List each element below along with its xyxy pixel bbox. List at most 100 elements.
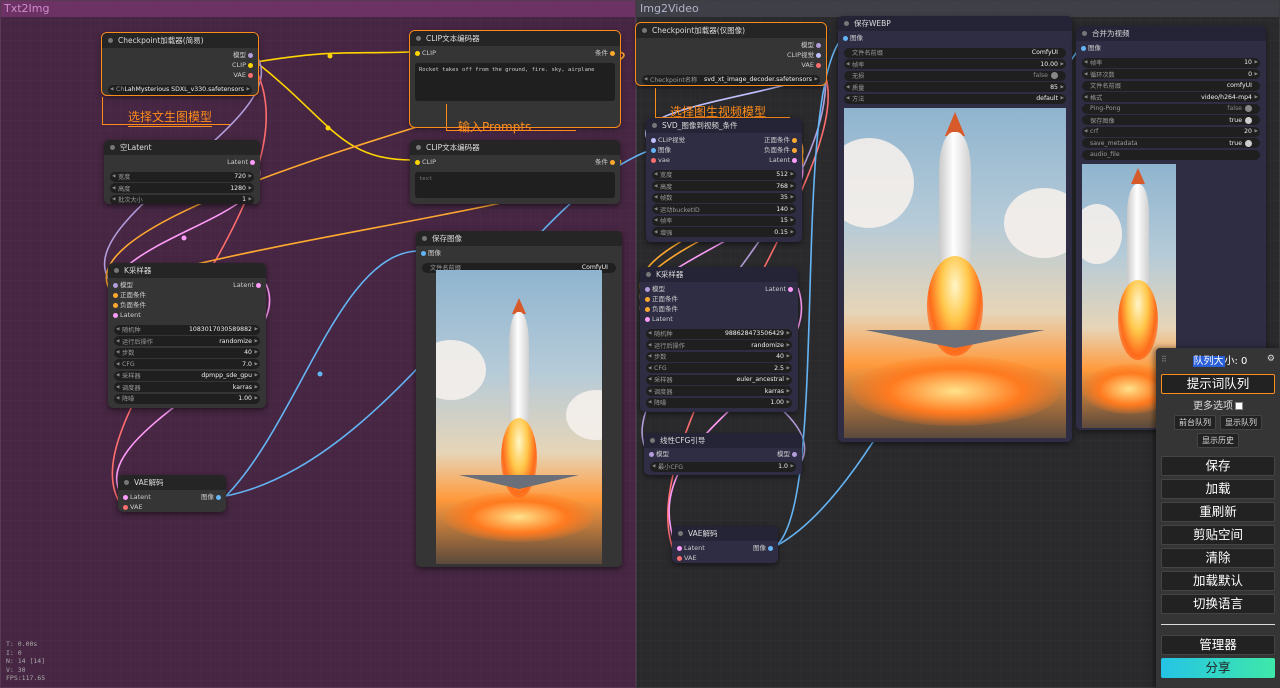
output-vae[interactable]: VAE <box>801 60 821 70</box>
load-button[interactable]: 加载 <box>1161 479 1275 499</box>
input-latent[interactable]: Latent <box>645 314 673 324</box>
node-title[interactable]: SVD_图像到视频_条件 <box>646 118 802 133</box>
scheduler-widget[interactable]: 调度器karras <box>646 386 792 396</box>
augmentation-widget[interactable]: 增强0.15 <box>652 227 796 237</box>
output-latent[interactable]: Latent <box>233 280 261 290</box>
queue-front-button[interactable]: 前台队列 <box>1174 415 1216 430</box>
input-clip[interactable]: CLIP <box>415 157 436 167</box>
input-latent[interactable]: Latent <box>113 310 141 320</box>
width-widget[interactable]: 宽度512 <box>652 169 796 180</box>
steps-widget[interactable]: 步数40 <box>114 347 260 358</box>
view-queue-button[interactable]: 显示队列 <box>1220 415 1262 430</box>
width-widget[interactable]: 宽度720 <box>110 171 254 182</box>
video-linear-cfg-guidance-node[interactable]: 线性CFG引导 模型 模型 最小CFG1.0 <box>644 433 802 475</box>
node-title[interactable]: CLIP文本编码器 <box>410 31 620 46</box>
view-history-button[interactable]: 显示历史 <box>1197 433 1239 448</box>
input-positive[interactable]: 正面条件 <box>645 294 678 304</box>
filename-prefix-widget[interactable]: 文件名前缀 comfyUI <box>1082 80 1260 91</box>
node-title[interactable]: VAE解码 <box>118 475 226 490</box>
input-negative[interactable]: 负面条件 <box>113 300 146 310</box>
input-model[interactable]: 模型 <box>649 449 669 459</box>
audio-file-input[interactable]: audio_file <box>1082 149 1260 160</box>
control-after-generate-widget[interactable]: 运行后操作randomize <box>114 336 260 346</box>
save-output-toggle[interactable]: 保存图像 true <box>1082 115 1260 125</box>
output-conditioning[interactable]: 条件 <box>595 48 615 58</box>
prompt-textarea[interactable]: Rocket takes off from the ground, fire. … <box>415 63 615 101</box>
scheduler-widget[interactable]: 调度器karras <box>114 382 260 392</box>
node-title[interactable]: CLIP文本编码器 <box>410 140 620 155</box>
output-clip[interactable]: CLIP <box>232 60 253 70</box>
sampler-widget[interactable]: 采样器dpmpp_sde_gpu <box>114 370 260 381</box>
input-clip[interactable]: CLIP <box>415 48 436 58</box>
input-positive[interactable]: 正面条件 <box>113 290 146 300</box>
save-metadata-toggle[interactable]: save_metadata true <box>1082 138 1260 148</box>
output-latent[interactable]: Latent <box>765 284 793 294</box>
node-title[interactable]: VAE解码 <box>672 526 778 541</box>
control-after-generate-widget[interactable]: 运行后操作randomize <box>646 340 792 350</box>
seed-widget[interactable]: 随机种1083017030589882 <box>114 324 260 335</box>
extra-options-toggle[interactable]: 更多选项 <box>1161 397 1275 412</box>
node-title[interactable]: 合并为视频 <box>1076 26 1266 41</box>
clip-text-encode-negative-node[interactable]: CLIP文本编码器 CLIP 条件 text <box>410 140 620 204</box>
checkpoint-loader-node-img2video[interactable]: Checkpoint加载器(仅图像) 模型 CLIP视觉 VAE Checkpo… <box>635 22 827 86</box>
clear-button[interactable]: 清除 <box>1161 548 1275 568</box>
pingpong-toggle[interactable]: Ping-Pong false <box>1082 103 1260 114</box>
motion-bucket-widget[interactable]: 运动bucketID140 <box>652 204 796 214</box>
load-default-button[interactable]: 加载默认 <box>1161 571 1275 591</box>
cfg-widget[interactable]: CFG2.5 <box>646 363 792 373</box>
queue-prompt-button[interactable]: 提示词队列 <box>1161 374 1275 394</box>
cfg-widget[interactable]: CFG7.0 <box>114 359 260 369</box>
refresh-button[interactable]: 重刷新 <box>1161 502 1275 522</box>
node-title[interactable]: Checkpoint加载器(简易) <box>102 33 258 48</box>
ksampler-node-txt2img[interactable]: K采样器 模型 Latent 正面条件 负面条件 Latent 随机种10830… <box>108 263 266 408</box>
input-negative[interactable]: 负面条件 <box>645 304 678 314</box>
svd-img2vid-conditioning-node[interactable]: SVD_图像到视频_条件 CLIP视觉 正面条件 图像 负面条件 vae Lat… <box>646 118 802 242</box>
output-conditioning[interactable]: 条件 <box>595 157 615 167</box>
lossless-toggle[interactable]: 无损 false <box>844 70 1066 81</box>
output-vae[interactable]: VAE <box>233 70 253 80</box>
method-widget[interactable]: 方法default <box>844 93 1066 104</box>
format-widget[interactable]: 格式video/h264-mp4 <box>1082 92 1260 102</box>
output-model[interactable]: 模型 <box>233 50 253 60</box>
gear-icon[interactable]: ⚙ <box>1267 354 1275 364</box>
output-latent[interactable]: Latent <box>769 155 797 165</box>
clipspace-button[interactable]: 剪贴空间 <box>1161 525 1275 545</box>
fps-widget[interactable]: 帧率10.00 <box>844 59 1066 69</box>
node-title[interactable]: 线性CFG引导 <box>644 433 802 448</box>
share-button[interactable]: 分享 <box>1161 658 1275 678</box>
denoise-widget[interactable]: 降噪1.00 <box>646 397 792 408</box>
node-title[interactable]: Checkpoint加载器(仅图像) <box>636 23 826 38</box>
vae-decode-node-txt2img[interactable]: VAE解码 Latent 图像 VAE <box>118 475 226 512</box>
group-txt2img-titlebar[interactable] <box>1 1 635 17</box>
output-latent[interactable]: Latent <box>227 157 255 167</box>
manager-button[interactable]: 管理器 <box>1161 635 1275 655</box>
input-vae[interactable]: VAE <box>677 553 697 563</box>
node-title[interactable]: K采样器 <box>640 267 798 282</box>
output-model[interactable]: 模型 <box>801 40 821 50</box>
quality-widget[interactable]: 质量85 <box>844 82 1066 92</box>
input-latent[interactable]: Latent <box>123 492 151 502</box>
output-clip-vision[interactable]: CLIP视觉 <box>787 50 821 60</box>
loop-count-widget[interactable]: 循环次数0 <box>1082 69 1260 79</box>
drag-handle-icon[interactable]: ⠿ <box>1161 355 1173 364</box>
input-image[interactable]: 图像 <box>421 248 441 258</box>
input-vae[interactable]: vae <box>651 155 670 165</box>
height-widget[interactable]: 高度1280 <box>110 183 254 193</box>
output-positive[interactable]: 正面条件 <box>764 135 797 145</box>
steps-widget[interactable]: 步数40 <box>646 351 792 362</box>
negative-prompt-textarea[interactable]: text <box>415 172 615 198</box>
checkpoint-loader-node-txt2img[interactable]: Checkpoint加载器(简易) 模型 CLIP VAE Che LahMys… <box>101 32 259 96</box>
node-title[interactable]: 保存WEBP <box>838 16 1072 31</box>
input-image[interactable]: 图像 <box>651 145 671 155</box>
output-image[interactable]: 图像 <box>753 543 773 553</box>
save-button[interactable]: 保存 <box>1161 456 1275 476</box>
vae-decode-node-img2video[interactable]: VAE解码 Latent 图像 VAE <box>672 526 778 563</box>
filename-prefix-widget[interactable]: 文件名前缀 ComfyUI <box>844 47 1066 58</box>
crf-widget[interactable]: crf20 <box>1082 126 1260 137</box>
node-title[interactable]: 保存图像 <box>416 231 622 246</box>
denoise-widget[interactable]: 降噪1.00 <box>114 393 260 404</box>
switch-language-button[interactable]: 切换语言 <box>1161 594 1275 614</box>
height-widget[interactable]: 高度768 <box>652 181 796 191</box>
input-image[interactable]: 图像 <box>1081 43 1101 53</box>
input-latent[interactable]: Latent <box>677 543 705 553</box>
